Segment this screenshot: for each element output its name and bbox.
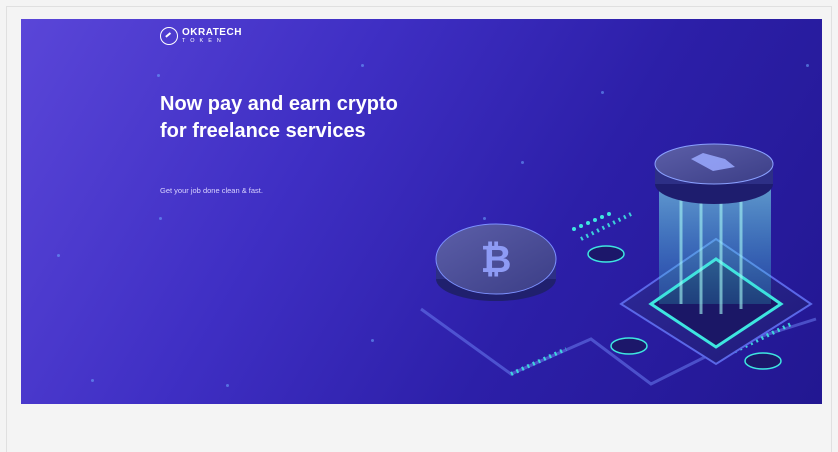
bg-dot: [226, 384, 229, 387]
brand-name: OKRATECH: [182, 26, 242, 38]
hero-banner: OKRATECH TOKEN Now pay and earn crypto f…: [21, 19, 822, 404]
bitcoin-coin-icon: ₿: [481, 237, 512, 281]
crypto-illustration: ₿: [420, 143, 817, 386]
bg-dot: [806, 64, 809, 67]
bg-dot: [159, 217, 162, 220]
bg-dot: [157, 74, 160, 77]
brand-wordmark: OKRATECH TOKEN: [182, 26, 242, 45]
bg-dot: [57, 254, 60, 257]
logo-icon: [160, 27, 178, 45]
svg-text:₿: ₿: [481, 237, 512, 281]
bg-dot: [361, 64, 364, 67]
bg-dot: [91, 379, 94, 382]
hero-subtext: Get your job done clean & fast.: [160, 186, 263, 195]
bg-dot: [371, 339, 374, 342]
brand-sub: TOKEN: [182, 37, 226, 44]
brand-logo[interactable]: OKRATECH TOKEN: [160, 27, 242, 45]
hero-headline: Now pay and earn crypto for freelance se…: [160, 93, 398, 142]
bg-dot: [601, 91, 604, 94]
